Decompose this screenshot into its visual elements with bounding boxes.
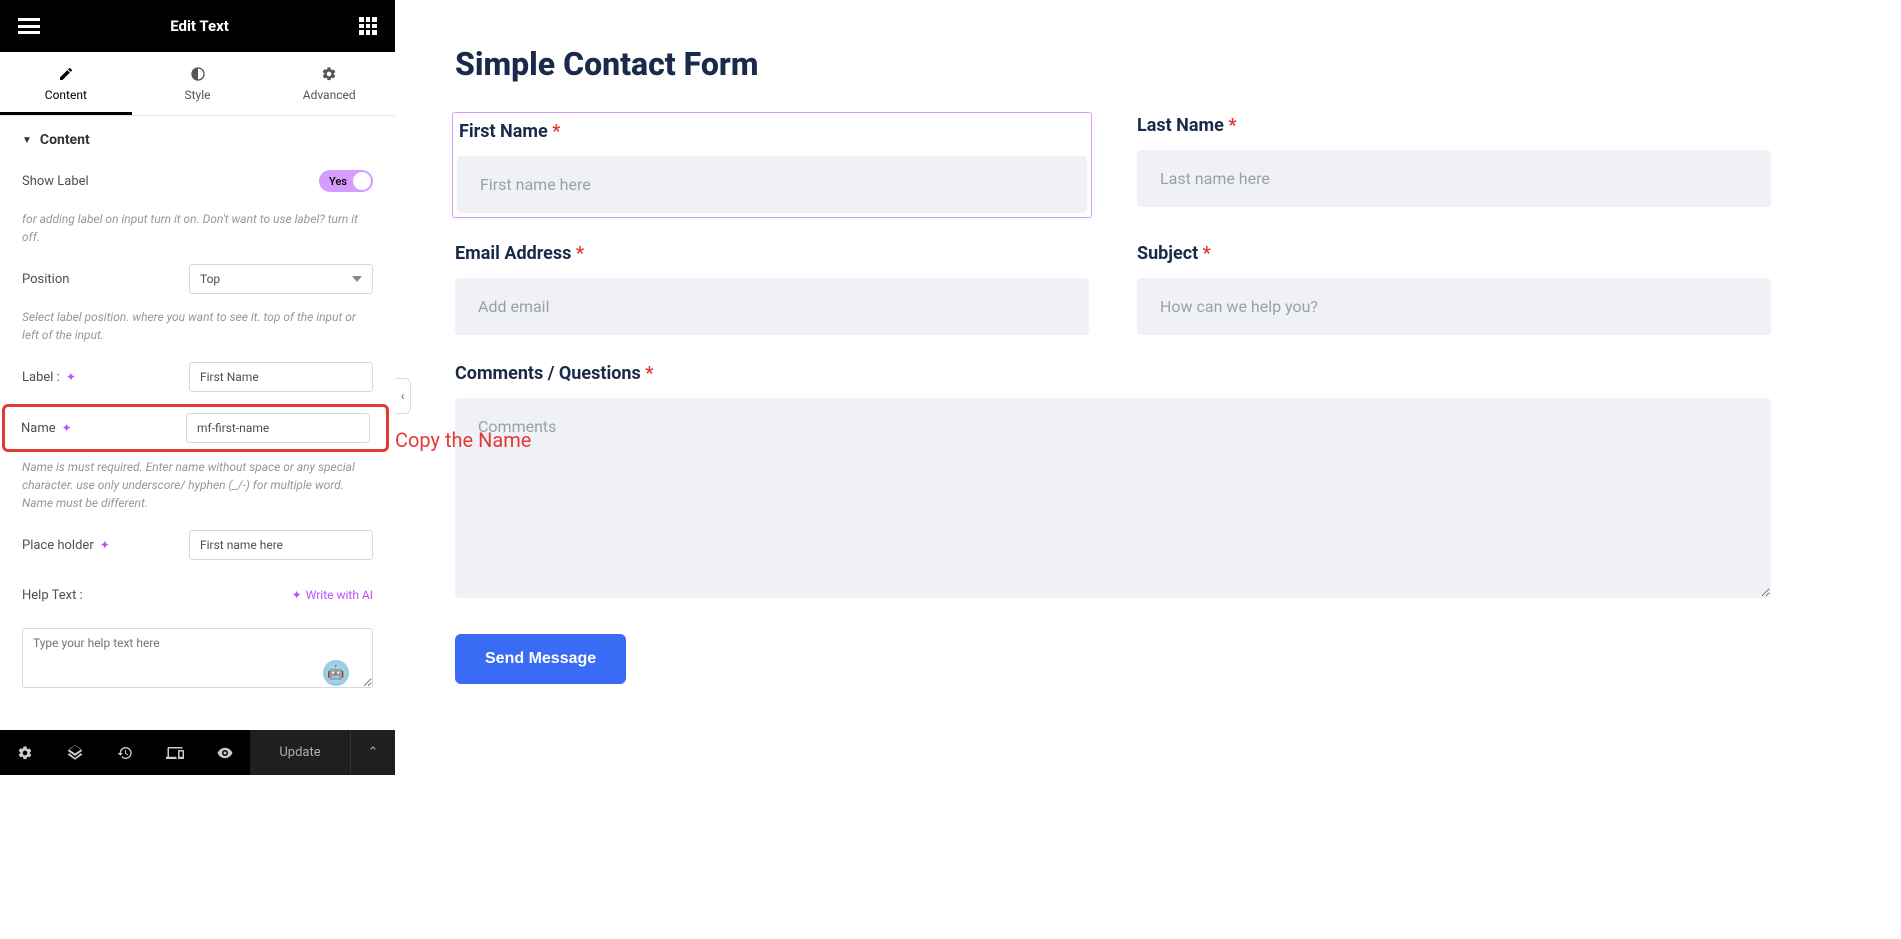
tab-content[interactable]: Content <box>0 52 132 115</box>
toggle-value: Yes <box>329 175 347 188</box>
tab-style-label: Style <box>185 88 211 102</box>
email-label: Email Address * <box>455 243 1089 264</box>
tab-advanced-label: Advanced <box>303 88 356 102</box>
form-field-last-name[interactable]: Last Name * <box>1137 115 1771 215</box>
name-input[interactable] <box>186 413 370 443</box>
show-label-toggle[interactable]: Yes <box>319 170 373 192</box>
layers-icon <box>66 744 84 762</box>
form-field-comments[interactable]: Comments / Questions * <box>455 363 1771 602</box>
panel-title: Edit Text <box>170 17 229 35</box>
label-field-label: Label : ✦ <box>22 370 76 385</box>
contact-form: First Name * Last Name * Email Address *… <box>455 115 1771 602</box>
apps-icon[interactable] <box>359 17 377 35</box>
form-field-email[interactable]: Email Address * <box>455 243 1089 335</box>
comments-textarea[interactable] <box>455 398 1771 598</box>
name-field-label: Name ✦ <box>21 421 72 436</box>
help-text-textarea[interactable] <box>22 628 373 688</box>
show-label-help: for adding label on input turn it on. Do… <box>0 206 395 254</box>
responsive-button[interactable] <box>150 730 200 775</box>
label-input[interactable] <box>189 362 373 392</box>
panel-collapse-handle[interactable]: ‹ <box>395 378 411 414</box>
panel-body[interactable]: ▼ Content Show Label Yes for adding labe… <box>0 116 395 730</box>
last-name-label: Last Name * <box>1137 115 1771 136</box>
caret-up-icon: ⌃ <box>368 745 379 760</box>
tab-content-label: Content <box>45 88 87 102</box>
placeholder-input[interactable] <box>189 530 373 560</box>
annotation-text: Copy the Name <box>395 428 531 452</box>
position-label: Position <box>22 272 69 287</box>
write-with-ai-button[interactable]: ✦ Write with AI <box>292 588 373 602</box>
navigator-button[interactable] <box>50 730 100 775</box>
caret-down-icon: ▼ <box>22 135 32 146</box>
comments-label: Comments / Questions * <box>455 363 1771 384</box>
form-field-first-name[interactable]: First Name * <box>452 112 1092 218</box>
last-name-input[interactable] <box>1137 150 1771 207</box>
name-help: Name is must required. Enter name withou… <box>0 454 395 520</box>
placeholder-field-label: Place holder ✦ <box>22 538 110 553</box>
email-input[interactable] <box>455 278 1089 335</box>
settings-button[interactable] <box>0 730 50 775</box>
section-content-toggle[interactable]: ▼ Content <box>0 116 395 156</box>
subject-input[interactable] <box>1137 278 1771 335</box>
sparkle-icon[interactable]: ✦ <box>66 370 76 384</box>
sparkle-icon[interactable]: ✦ <box>100 538 110 552</box>
help-text-label: Help Text : <box>22 588 83 603</box>
update-options-button[interactable]: ⌃ <box>350 730 395 775</box>
chevron-left-icon: ‹ <box>401 389 405 403</box>
toggle-knob <box>353 172 371 190</box>
first-name-input[interactable] <box>457 156 1087 213</box>
history-icon <box>117 745 133 761</box>
sparkle-icon[interactable]: ✦ <box>62 421 72 435</box>
position-select[interactable]: Top <box>189 264 373 294</box>
first-name-label: First Name * <box>459 121 1089 142</box>
pencil-icon <box>58 66 74 82</box>
ai-robot-icon[interactable]: 🤖 <box>323 660 349 686</box>
panel-tabs: Content Style Advanced <box>0 52 395 116</box>
section-title-label: Content <box>40 132 90 148</box>
sparkle-icon: ✦ <box>292 588 302 602</box>
gear-icon <box>321 66 337 82</box>
preview-area[interactable]: Simple Contact Form First Name * Last Na… <box>395 0 1901 775</box>
position-help: Select label position. where you want to… <box>0 304 395 352</box>
form-field-subject[interactable]: Subject * <box>1137 243 1771 335</box>
update-button[interactable]: Update <box>250 730 350 775</box>
menu-icon[interactable] <box>18 18 40 34</box>
send-message-button[interactable]: Send Message <box>455 634 626 684</box>
show-label-label: Show Label <box>22 174 89 189</box>
devices-icon <box>166 744 184 762</box>
panel-header: Edit Text <box>0 0 395 52</box>
gear-icon <box>17 745 33 761</box>
subject-label: Subject * <box>1137 243 1771 264</box>
tab-advanced[interactable]: Advanced <box>263 52 395 115</box>
preview-button[interactable] <box>200 730 250 775</box>
contrast-icon <box>190 66 206 82</box>
eye-icon <box>216 744 234 762</box>
form-title: Simple Contact Form <box>455 45 1771 83</box>
panel-footer: Update ⌃ <box>0 730 395 775</box>
editor-panel: Edit Text Content Style Advanced ▼ Con <box>0 0 395 775</box>
history-button[interactable] <box>100 730 150 775</box>
name-field-highlight: Name ✦ <box>2 404 389 452</box>
tab-style[interactable]: Style <box>132 52 264 115</box>
